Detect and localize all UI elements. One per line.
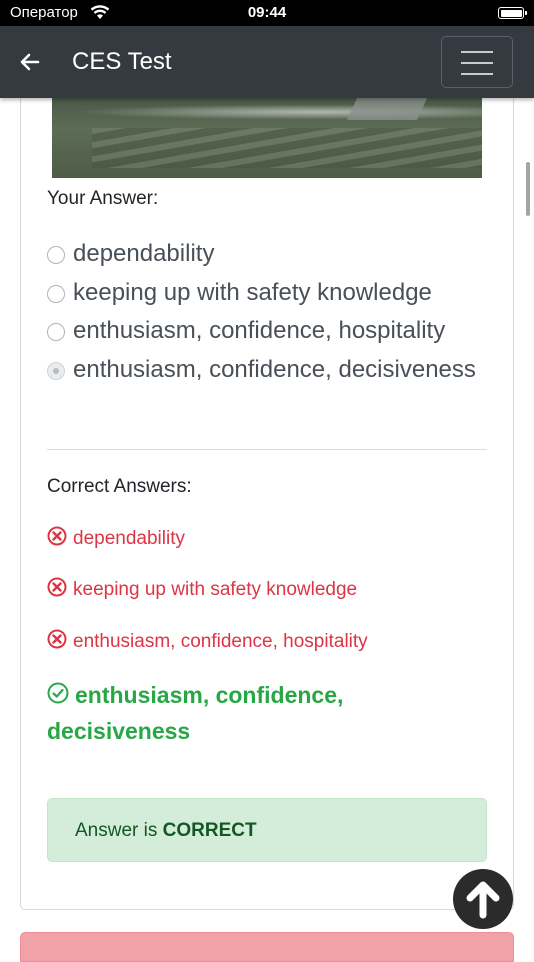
wrong-answer-item: enthusiasm, confidence, hospitality bbox=[47, 629, 368, 655]
scrollbar[interactable] bbox=[526, 162, 530, 216]
answer-option-label: enthusiasm, confidence, hospitality bbox=[73, 317, 446, 344]
navbar: CES Test bbox=[0, 26, 534, 98]
question-image bbox=[52, 98, 482, 178]
result-prefix: Answer is bbox=[75, 820, 158, 841]
scroll-to-top-button[interactable] bbox=[453, 869, 513, 929]
divider bbox=[47, 449, 487, 450]
back-arrow-icon[interactable] bbox=[18, 50, 42, 79]
radio-button[interactable] bbox=[47, 246, 65, 264]
hamburger-icon bbox=[461, 51, 493, 53]
right-answer-item: enthusiasm, confidence, decisiveness bbox=[47, 678, 467, 749]
radio-button-checked[interactable] bbox=[47, 362, 65, 380]
wrong-answer-text: keeping up with safety knowledge bbox=[73, 579, 358, 601]
radio-button[interactable] bbox=[47, 285, 65, 303]
page-title: CES Test bbox=[72, 48, 172, 75]
next-question-card bbox=[20, 932, 514, 962]
result-alert: Answer is CORRECT bbox=[47, 798, 487, 862]
wrong-answer-text: dependability bbox=[73, 528, 185, 550]
arrow-up-icon bbox=[466, 881, 500, 919]
result-verdict: CORRECT bbox=[162, 820, 257, 841]
menu-toggle-button[interactable] bbox=[441, 36, 513, 88]
answer-option-label: dependability bbox=[73, 240, 215, 267]
status-time: 09:44 bbox=[247, 4, 287, 21]
answer-option[interactable]: dependability bbox=[47, 235, 493, 273]
x-circle-icon bbox=[47, 629, 67, 655]
check-circle-icon bbox=[47, 679, 69, 714]
answer-option-selected[interactable]: enthusiasm, confidence, decisiveness bbox=[47, 351, 493, 389]
wrong-answer-text: enthusiasm, confidence, hospitality bbox=[73, 631, 368, 653]
your-answer-label: Your Answer: bbox=[47, 188, 159, 209]
question-card bbox=[20, 98, 514, 910]
x-circle-icon bbox=[47, 577, 67, 603]
correct-answers-label: Correct Answers: bbox=[47, 476, 192, 497]
status-bar: Оператор 09:44 bbox=[0, 0, 534, 26]
answer-option-label: keeping up with safety knowledge bbox=[73, 279, 432, 306]
wrong-answer-item: dependability bbox=[47, 526, 185, 552]
answer-option[interactable]: keeping up with safety knowledge bbox=[47, 274, 493, 312]
wrong-answer-item: keeping up with safety knowledge bbox=[47, 577, 357, 603]
radio-button[interactable] bbox=[47, 323, 65, 341]
right-answer-text: enthusiasm, confidence, decisiveness bbox=[47, 682, 344, 745]
battery-icon bbox=[498, 7, 527, 19]
answer-option-label: enthusiasm, confidence, decisiveness bbox=[73, 356, 476, 383]
answer-option[interactable]: enthusiasm, confidence, hospitality bbox=[47, 312, 493, 350]
x-circle-icon bbox=[47, 526, 67, 552]
